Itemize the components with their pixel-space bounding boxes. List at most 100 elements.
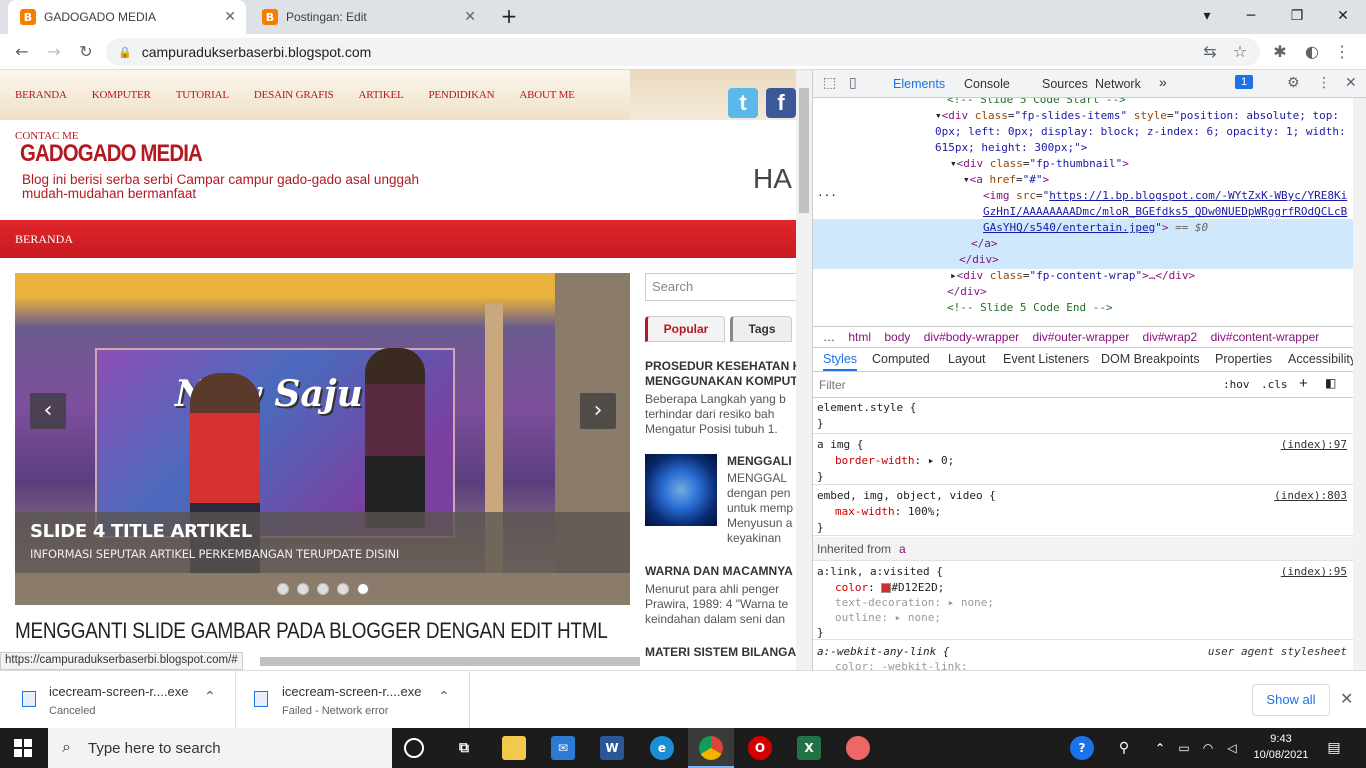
breadcrumb-more-icon[interactable]: … bbox=[823, 330, 835, 344]
tab-computed[interactable]: Computed bbox=[872, 352, 930, 366]
menu-icon[interactable]: ⋮ bbox=[1330, 40, 1354, 64]
color-swatch[interactable] bbox=[881, 583, 892, 593]
style-declaration[interactable]: color: #D12E2D; bbox=[835, 580, 944, 596]
tab-sources[interactable]: Sources bbox=[1042, 77, 1088, 91]
download-item[interactable]: icecream-screen-r....exe Failed - Networ… bbox=[236, 671, 470, 729]
menu-item-about-me[interactable]: ABOUT ME bbox=[519, 89, 575, 101]
excel-icon[interactable]: X bbox=[797, 736, 821, 760]
tab-tags[interactable]: Tags bbox=[730, 316, 792, 342]
blog-title[interactable]: GADOGADO MEDIA bbox=[20, 140, 203, 168]
menu-item-pendidikan[interactable]: PENDIDIKAN bbox=[429, 89, 495, 101]
slider-prev-button[interactable]: ‹ bbox=[30, 393, 66, 429]
notifications-icon[interactable]: ▤ bbox=[1322, 736, 1346, 760]
slider-dot[interactable] bbox=[316, 583, 329, 595]
breadcrumb-item[interactable]: div#content-wrapper bbox=[1211, 330, 1320, 344]
breadcrumb-item[interactable]: div#body-wrapper bbox=[924, 330, 1019, 344]
popular-post-title[interactable]: WARNA DAN MACAMNYA bbox=[645, 564, 796, 579]
dom-line-selected[interactable]: GzHnI/AAAAAAAADmc/mloR_BGEfdks5_QDw0NUED… bbox=[983, 204, 1347, 221]
inspect-icon[interactable]: ⬚ bbox=[823, 75, 836, 91]
back-icon[interactable]: ← bbox=[10, 40, 34, 64]
dom-line-selected[interactable]: GAsYHQ/s540/entertain.jpeg"> == $0 bbox=[983, 220, 1208, 237]
settings-gear-icon[interactable]: ⚙ bbox=[1287, 75, 1300, 91]
filter-input[interactable]: Filter bbox=[819, 378, 846, 392]
close-tab-icon[interactable]: ✕ bbox=[224, 9, 236, 25]
reload-icon[interactable]: ↻ bbox=[74, 40, 98, 64]
dom-line[interactable]: </a> bbox=[971, 236, 998, 253]
menu-item-artikel[interactable]: ARTIKEL bbox=[359, 89, 404, 101]
dom-line[interactable]: ▸<div class="fp-content-wrap">…</div> bbox=[950, 268, 1195, 285]
tab-elements[interactable]: Elements bbox=[893, 77, 945, 91]
tab-console[interactable]: Console bbox=[964, 77, 1010, 91]
tab-event-listeners[interactable]: Event Listeners bbox=[1003, 352, 1089, 366]
chevron-up-icon[interactable]: ⌃ bbox=[1148, 736, 1172, 760]
taskbar-clock[interactable]: 9:43 10/08/2021 bbox=[1249, 731, 1313, 763]
tab-styles[interactable]: Styles bbox=[823, 352, 858, 371]
page-scrollbar[interactable] bbox=[796, 70, 812, 670]
dom-line[interactable]: ▾<div class="fp-slides-items" style="pos… bbox=[935, 108, 1339, 125]
task-view-icon[interactable]: ⧉ bbox=[452, 736, 476, 760]
popular-post-title[interactable]: MENGGUNAKAN KOMPUT bbox=[645, 374, 796, 389]
download-item[interactable]: icecream-screen-r....exe Canceled ⌃ bbox=[0, 671, 236, 729]
dom-line[interactable]: </div> bbox=[959, 252, 999, 269]
tab-properties[interactable]: Properties bbox=[1215, 352, 1272, 366]
address-bar[interactable]: 🔒 campuradukserbaserbi.blogspot.com bbox=[106, 38, 1260, 66]
popular-post-thumbnail[interactable] bbox=[645, 454, 717, 526]
menu-item-beranda[interactable]: BERANDA bbox=[15, 89, 67, 101]
menu-item-komputer[interactable]: KOMPUTER bbox=[92, 89, 151, 101]
style-declaration[interactable]: max-width: 100%; bbox=[835, 504, 941, 520]
sidebar-search-input[interactable]: Search bbox=[645, 273, 796, 301]
slider-next-button[interactable]: › bbox=[580, 393, 616, 429]
slider-dot-active[interactable] bbox=[356, 583, 369, 595]
popular-post-title[interactable]: PROSEDUR KESEHATAN K bbox=[645, 359, 796, 374]
toggle-sidebar-icon[interactable]: ◧ bbox=[1325, 376, 1336, 390]
minimize-button[interactable]: ─ bbox=[1236, 4, 1266, 28]
close-window-button[interactable]: ✕ bbox=[1328, 4, 1358, 28]
devtools-scrollbar[interactable] bbox=[1353, 98, 1366, 670]
new-tab-button[interactable]: + bbox=[494, 4, 524, 28]
rule-source-link[interactable]: (index):97 bbox=[1281, 437, 1347, 453]
twitter-icon[interactable]: t bbox=[728, 88, 758, 118]
breadcrumb-item[interactable]: div#outer-wrapper bbox=[1032, 330, 1129, 344]
show-all-button[interactable]: Show all bbox=[1252, 684, 1330, 716]
popular-post-title[interactable]: MATERI SISTEM BILANGA bbox=[645, 645, 796, 660]
slider-dot[interactable] bbox=[336, 583, 349, 595]
windows-start-icon[interactable] bbox=[14, 739, 32, 757]
chrome-taskbar-active[interactable] bbox=[688, 728, 734, 768]
close-download-bar-icon[interactable]: ✕ bbox=[1340, 689, 1353, 708]
dom-line[interactable]: ▾<div class="fp-thumbnail"> bbox=[950, 156, 1129, 173]
forward-icon[interactable]: → bbox=[42, 40, 66, 64]
translate-icon[interactable]: ⇆ bbox=[1198, 40, 1222, 64]
dom-line[interactable]: <!-- Slide 5 Code Start --> bbox=[947, 98, 1126, 109]
hov-toggle[interactable]: :hov bbox=[1223, 378, 1250, 391]
chevron-up-icon[interactable]: ⌃ bbox=[204, 689, 216, 705]
file-explorer-icon[interactable] bbox=[502, 736, 526, 760]
breadcrumb-item[interactable]: html bbox=[848, 330, 871, 344]
profile-avatar[interactable]: ◐ bbox=[1300, 40, 1324, 64]
inherited-element-link[interactable]: a bbox=[899, 541, 906, 557]
tab-gadogado[interactable]: B GADOGADO MEDIA ✕ bbox=[8, 0, 246, 34]
dom-line[interactable]: <!-- Slide 5 Code End --> bbox=[947, 300, 1113, 317]
slide-title[interactable]: SLIDE 4 TITLE ARTIKEL bbox=[30, 521, 252, 542]
rule-source-link[interactable]: (index):803 bbox=[1274, 488, 1347, 504]
issues-badge[interactable]: 1 bbox=[1235, 75, 1254, 89]
taskbar-search-input[interactable]: ⌕ Type here to search bbox=[48, 728, 392, 768]
close-tab-icon[interactable]: ✕ bbox=[464, 9, 476, 25]
dom-line-selected[interactable]: <img src="https://1.bp.blogspot.com/-WYt… bbox=[983, 188, 1347, 205]
devtools-menu-icon[interactable]: ⋮ bbox=[1317, 75, 1331, 91]
help-icon[interactable]: ? bbox=[1070, 736, 1094, 760]
tab-search-icon[interactable]: ▾ bbox=[1192, 4, 1222, 28]
breadcrumb-item[interactable]: div#wrap2 bbox=[1143, 330, 1198, 344]
tab-postingan[interactable]: B Postingan: Edit ✕ bbox=[250, 0, 486, 34]
opera-icon[interactable]: O bbox=[748, 736, 772, 760]
extensions-icon[interactable]: ✱ bbox=[1268, 40, 1292, 64]
dom-ellipsis-icon[interactable]: ··· bbox=[817, 188, 837, 205]
horizontal-scrollbar[interactable] bbox=[260, 657, 640, 666]
nav-beranda[interactable]: BERANDA bbox=[15, 232, 73, 247]
style-declaration[interactable]: color: -webkit-link; bbox=[835, 659, 967, 670]
popular-post-title[interactable]: MENGGALI bbox=[727, 454, 796, 469]
tab-popular[interactable]: Popular bbox=[645, 316, 725, 342]
cortana-icon[interactable] bbox=[404, 738, 424, 758]
menu-item-desain-grafis[interactable]: DESAIN GRAFIS bbox=[254, 89, 334, 101]
scroll-thumb[interactable] bbox=[799, 88, 809, 213]
tab-dom-breakpoints[interactable]: DOM Breakpoints bbox=[1101, 352, 1200, 366]
